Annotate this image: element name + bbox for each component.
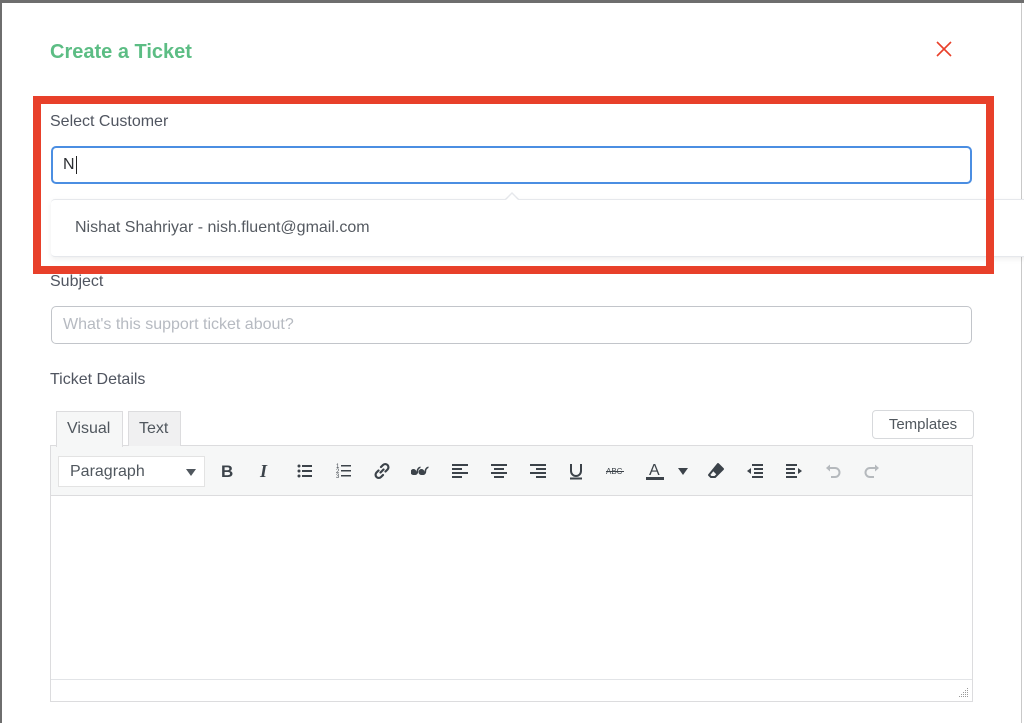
underline-button[interactable]: [563, 458, 589, 484]
paragraph-format-select[interactable]: Paragraph: [58, 456, 205, 487]
customer-search-value: N: [63, 156, 75, 173]
window-frame-right: [1021, 3, 1022, 723]
indent-icon: [786, 464, 802, 478]
customer-search-input[interactable]: N: [51, 146, 972, 184]
bold-button[interactable]: B: [214, 458, 240, 484]
undo-icon: [826, 464, 841, 478]
window-frame-top: [0, 0, 1024, 3]
customer-suggestions-dropdown: Nishat Shahriyar - nish.fluent@gmail.com: [51, 199, 1024, 257]
svg-text:A: A: [649, 462, 660, 479]
outdent-icon: [747, 464, 763, 478]
customer-suggestion-item[interactable]: Nishat Shahriyar - nish.fluent@gmail.com: [75, 219, 370, 237]
bullet-list-button[interactable]: [292, 458, 318, 484]
subject-input[interactable]: [51, 306, 972, 344]
italic-icon: I: [259, 461, 268, 481]
text-color-dropdown-button[interactable]: [670, 458, 696, 484]
indent-button[interactable]: [781, 458, 807, 484]
link-button[interactable]: [369, 458, 395, 484]
dropdown-pointer-inner: [505, 194, 519, 201]
align-right-button[interactable]: [525, 458, 551, 484]
align-left-button[interactable]: [447, 458, 473, 484]
svg-text:B: B: [221, 462, 233, 481]
redo-icon: [864, 464, 879, 478]
align-center-icon: [491, 464, 507, 478]
underline-icon: [570, 464, 582, 480]
close-icon: [936, 41, 952, 57]
bold-icon: B: [221, 462, 233, 481]
text-caret: [75, 155, 77, 174]
rich-text-editor: Paragraph B I 123 ABC A: [50, 445, 973, 702]
select-customer-label: Select Customer: [50, 113, 169, 130]
undo-button[interactable]: [820, 458, 846, 484]
templates-button[interactable]: Templates: [872, 410, 974, 439]
text-color-icon: A: [646, 462, 664, 480]
strikethrough-icon: ABC: [606, 467, 624, 476]
redo-button[interactable]: [859, 458, 885, 484]
editor-statusbar: [51, 679, 972, 701]
ticket-details-label: Ticket Details: [50, 371, 146, 388]
numbered-list-icon: 123: [336, 464, 351, 480]
caret-down-icon: [186, 469, 196, 476]
tab-visual[interactable]: Visual: [56, 411, 123, 447]
align-left-icon: [452, 464, 468, 478]
svg-text:I: I: [259, 461, 268, 481]
tab-text[interactable]: Text: [128, 411, 181, 446]
editor-toolbar: Paragraph B I 123 ABC A: [51, 446, 972, 496]
subject-label: Subject: [50, 273, 104, 290]
quote-icon: [411, 466, 429, 475]
bullet-list-icon: [297, 464, 312, 478]
italic-button[interactable]: I: [252, 458, 278, 484]
resize-handle-icon[interactable]: [957, 686, 969, 698]
clear-formatting-button[interactable]: [703, 458, 729, 484]
outdent-button[interactable]: [742, 458, 768, 484]
text-color-button[interactable]: A: [642, 458, 668, 484]
window-frame-left: [0, 0, 2, 723]
link-icon: [374, 462, 390, 480]
svg-text:3: 3: [336, 474, 340, 480]
align-right-icon: [530, 464, 546, 478]
modal-title: Create a Ticket: [50, 41, 192, 63]
editor-content-area[interactable]: [51, 497, 972, 679]
numbered-list-button[interactable]: 123: [331, 458, 357, 484]
strikethrough-button[interactable]: ABC: [603, 458, 629, 484]
format-select-value: Paragraph: [70, 463, 145, 480]
eraser-icon: [708, 463, 724, 478]
caret-down-icon: [678, 468, 688, 475]
close-button[interactable]: [934, 39, 954, 59]
align-center-button[interactable]: [486, 458, 512, 484]
blockquote-button[interactable]: [408, 458, 434, 484]
